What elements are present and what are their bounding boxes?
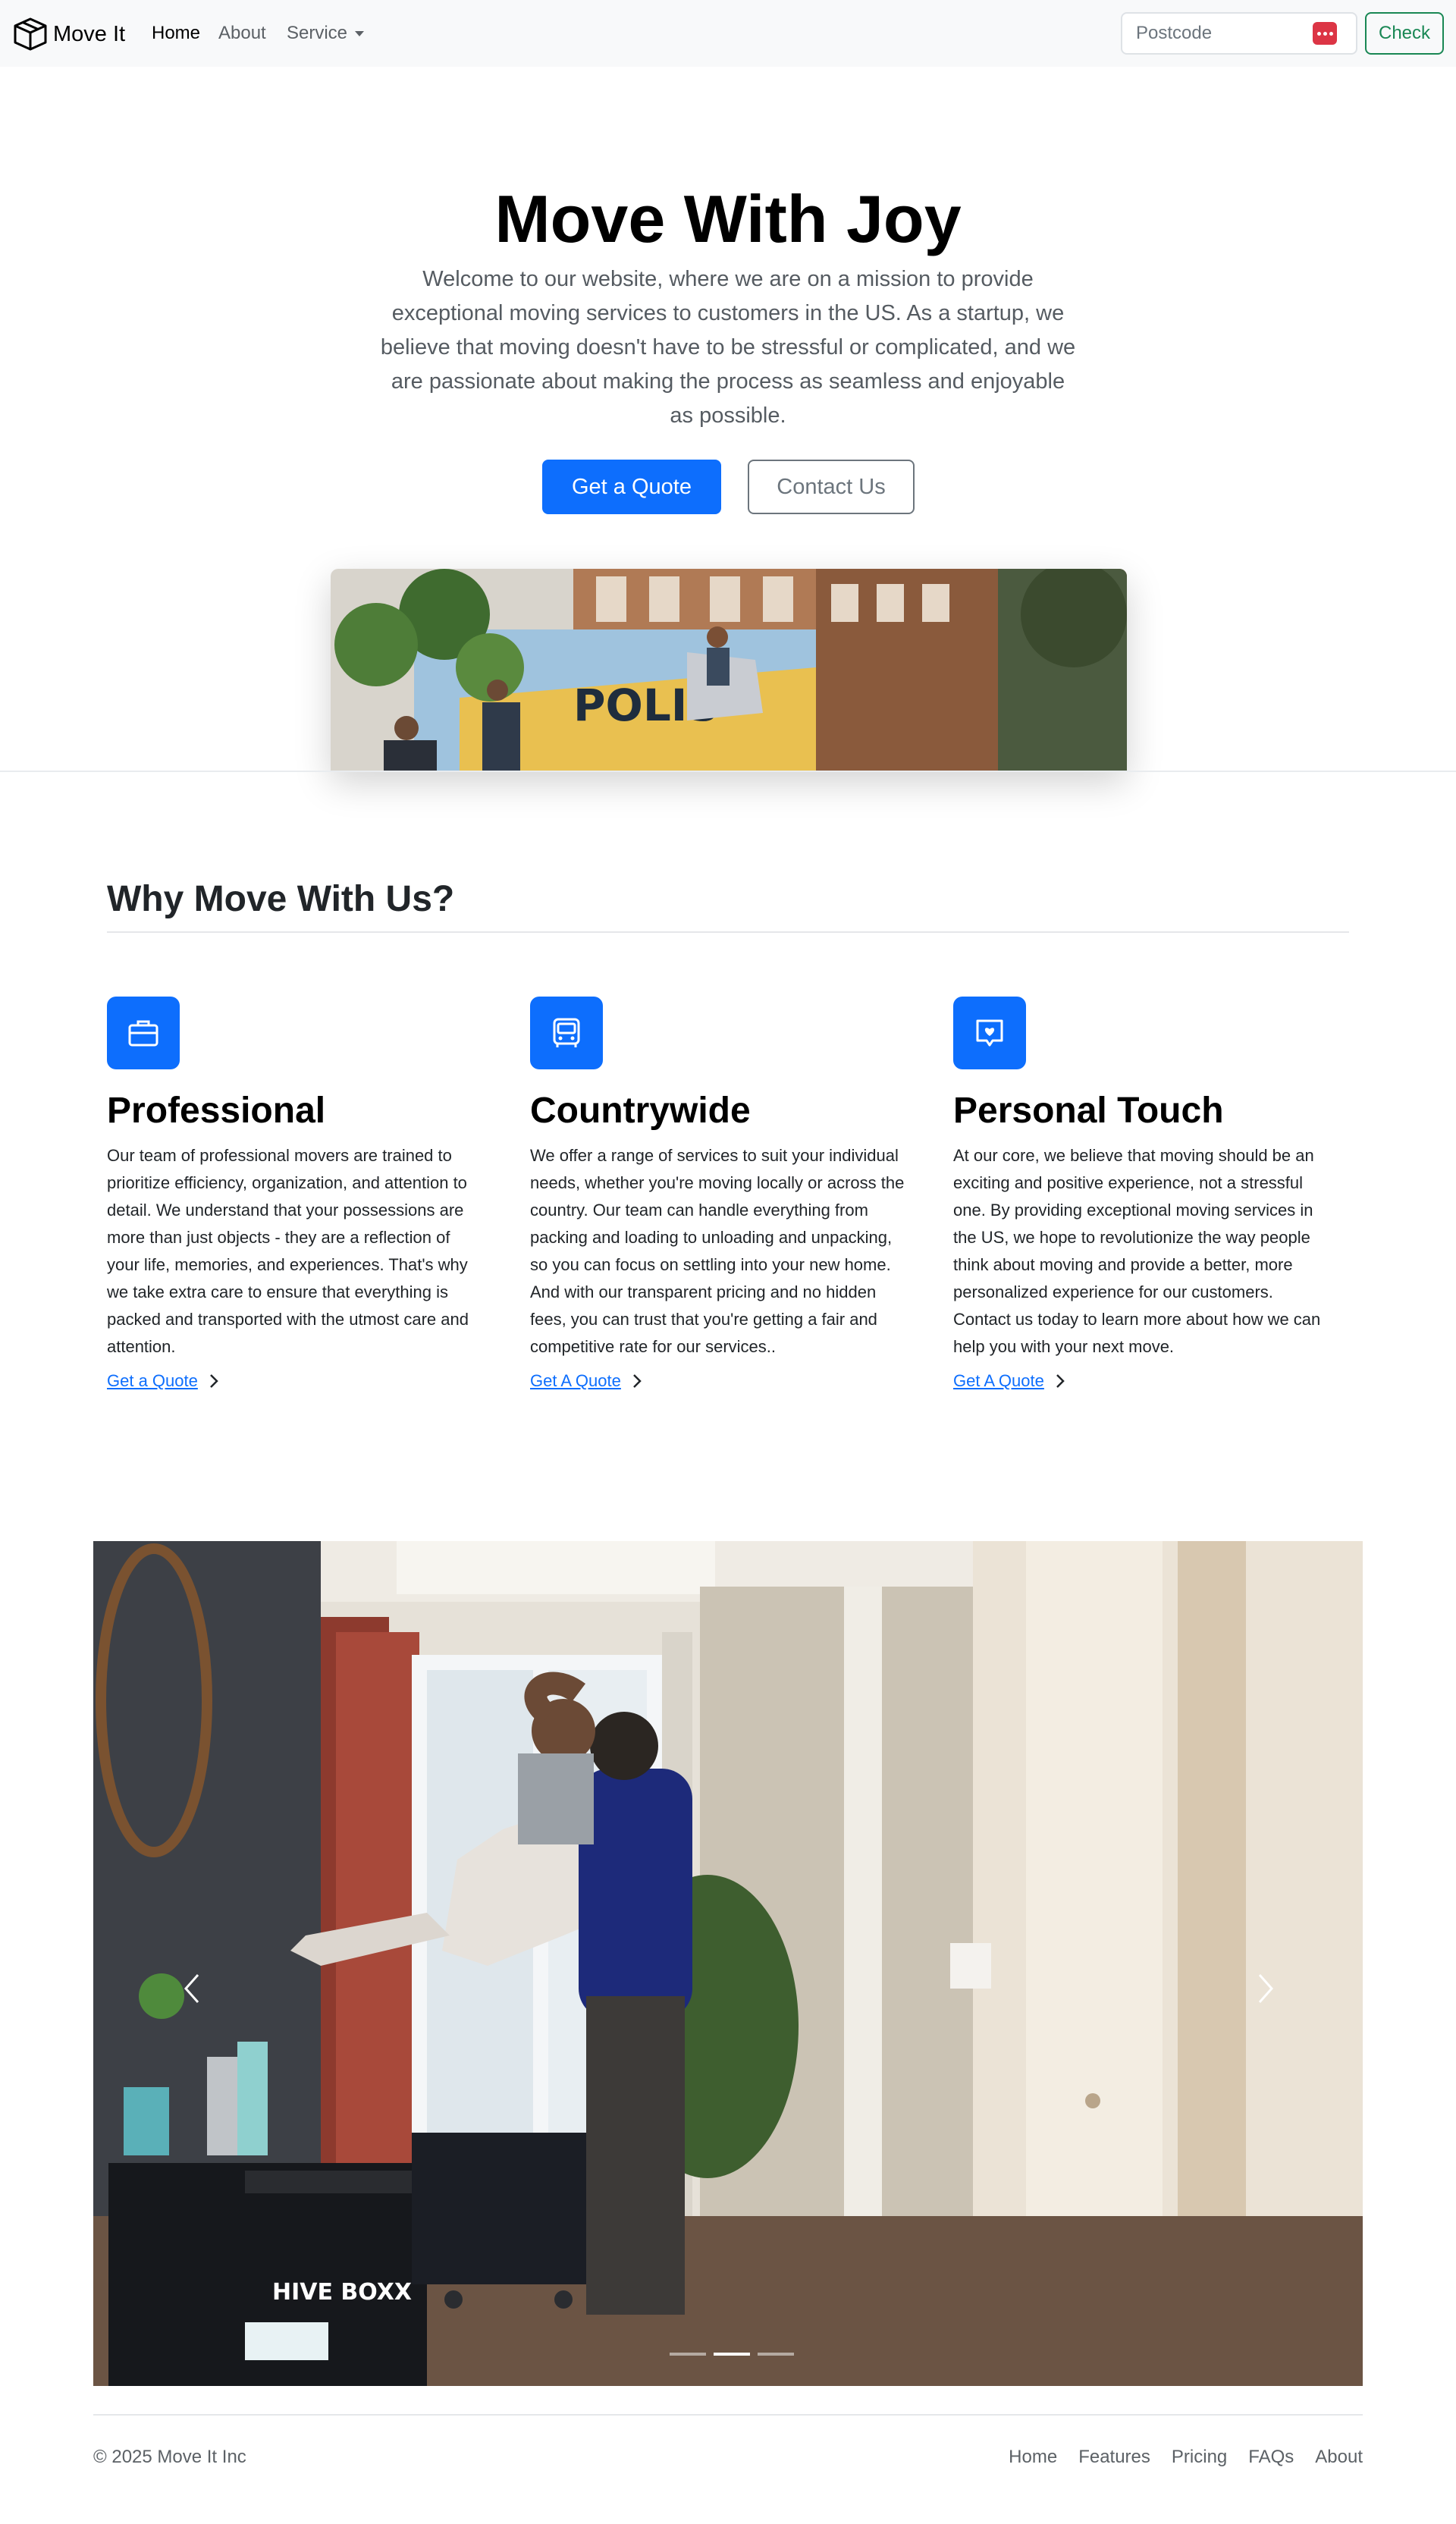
nav-service-label: Service <box>287 23 348 43</box>
feature-text: We offer a range of services to suit you… <box>530 1146 905 1356</box>
brand-name: Move It <box>53 21 126 46</box>
box-brand-text: HIVE BOXX <box>272 2279 412 2306</box>
carousel-slide-image: HIVE BOXX <box>93 1541 1363 2386</box>
nav-service-dropdown[interactable]: Service <box>287 23 365 44</box>
feature-quote-link[interactable]: Get A Quote <box>953 1371 1332 1391</box>
briefcase-icon <box>107 997 180 1069</box>
feature-title: Personal Touch <box>953 1091 1224 1131</box>
feature-text: Our team of professional movers are trai… <box>107 1146 469 1356</box>
footer-divider <box>93 2414 1363 2416</box>
chevron-left-icon <box>184 1974 199 2003</box>
image-carousel: HIVE BOXX <box>93 1541 1363 2386</box>
footer-link-pricing[interactable]: Pricing <box>1172 2447 1227 2468</box>
check-button[interactable]: Check <box>1365 12 1444 55</box>
chevron-right-icon <box>1258 1974 1274 2003</box>
features-title: Why Move With Us? <box>107 879 455 919</box>
feature-personal-touch: Personal Touch At our core, we believe t… <box>953 997 1332 1391</box>
bus-icon <box>530 997 603 1069</box>
box-icon <box>14 17 47 51</box>
carousel-indicator[interactable] <box>758 2353 794 2356</box>
feature-text: At our core, we believe that moving shou… <box>953 1146 1321 1356</box>
carousel-indicator[interactable] <box>670 2353 706 2356</box>
carousel-prev-button[interactable] <box>177 1966 207 2011</box>
chat-heart-icon <box>953 997 1026 1069</box>
feature-link-label: Get a Quote <box>107 1371 198 1390</box>
features-divider <box>107 931 1349 933</box>
hero-lead: Welcome to our website, where we are on … <box>380 267 1076 428</box>
feature-countrywide: Countrywide We offer a range of services… <box>530 997 909 1391</box>
feature-title: Countrywide <box>530 1091 751 1131</box>
carousel-indicators <box>670 2353 794 2356</box>
footer-nav: Home Features Pricing FAQs About <box>1009 2447 1363 2468</box>
feature-title: Professional <box>107 1091 326 1131</box>
chevron-right-icon <box>209 1374 218 1388</box>
chevron-right-icon <box>1056 1374 1065 1388</box>
brand-link[interactable]: Move It <box>12 17 125 52</box>
feature-link-label: Get A Quote <box>953 1371 1044 1390</box>
footer-link-home[interactable]: Home <box>1009 2447 1057 2468</box>
carousel-indicator-active[interactable] <box>714 2353 750 2356</box>
section-divider <box>0 771 1456 772</box>
hero-image: POLIS <box>331 569 1127 771</box>
chevron-right-icon <box>632 1374 642 1388</box>
copyright-text: © 2025 Move It Inc <box>93 2447 246 2467</box>
carousel-next-button[interactable] <box>1250 1966 1281 2011</box>
hero-title: Move With Joy <box>494 181 962 256</box>
caret-down-icon <box>355 30 365 36</box>
footer-link-features[interactable]: Features <box>1078 2447 1150 2468</box>
get-quote-button[interactable]: Get a Quote <box>542 460 721 514</box>
nav-about[interactable]: About <box>218 23 266 44</box>
feature-quote-link[interactable]: Get A Quote <box>530 1371 909 1391</box>
feature-link-label: Get A Quote <box>530 1371 621 1390</box>
nav-home[interactable]: Home <box>152 23 200 44</box>
navbar: Move It Home About Service Check <box>0 0 1456 67</box>
footer-link-about[interactable]: About <box>1315 2447 1363 2468</box>
footer-link-faqs[interactable]: FAQs <box>1248 2447 1294 2468</box>
feature-quote-link[interactable]: Get a Quote <box>107 1371 486 1391</box>
password-manager-icon[interactable] <box>1313 22 1337 45</box>
feature-professional: Professional Our team of professional mo… <box>107 997 486 1391</box>
contact-us-button[interactable]: Contact Us <box>748 460 915 514</box>
